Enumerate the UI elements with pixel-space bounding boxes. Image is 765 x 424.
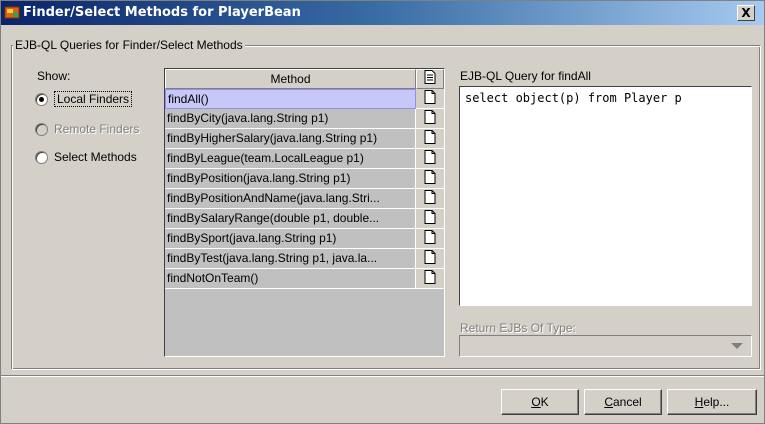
query-label: EJB-QL Query for findAll xyxy=(460,69,591,83)
query-cell[interactable] xyxy=(416,189,444,209)
group-title: EJB-QL Queries for Finder/Select Methods xyxy=(13,38,245,52)
table-row[interactable]: findBySport(java.lang.String p1) xyxy=(165,229,444,249)
query-cell[interactable] xyxy=(416,89,444,109)
radio-remote-finders: Remote Finders xyxy=(35,119,139,139)
table-row[interactable]: findAll() xyxy=(165,89,444,109)
radio-disabled-icon xyxy=(35,122,48,136)
return-type-label: Return EJBs Of Type: xyxy=(460,321,576,335)
query-cell[interactable] xyxy=(416,209,444,229)
table-row[interactable]: findNotOnTeam() xyxy=(165,269,444,289)
method-cell[interactable]: findByTest(java.lang.String p1, java.la.… xyxy=(165,249,416,269)
ok-label: K xyxy=(540,395,549,409)
method-cell[interactable]: findBySport(java.lang.String p1) xyxy=(165,229,416,249)
method-cell[interactable]: findByPosition(java.lang.String p1) xyxy=(165,169,416,189)
method-cell[interactable]: findByLeague(team.LocalLeague p1) xyxy=(165,149,416,169)
radio-unchecked-icon[interactable] xyxy=(35,150,48,164)
document-icon xyxy=(424,90,436,107)
method-cell[interactable]: findNotOnTeam() xyxy=(165,269,416,289)
document-lines-icon xyxy=(424,69,436,89)
help-label: elp... xyxy=(703,395,730,409)
query-cell[interactable] xyxy=(416,249,444,269)
close-icon: X xyxy=(741,6,751,20)
query-cell[interactable] xyxy=(416,269,444,289)
ok-button[interactable]: OK xyxy=(501,389,579,415)
method-cell[interactable]: findByPositionAndName(java.lang.Stri... xyxy=(165,189,416,209)
return-type-combobox xyxy=(459,335,752,357)
table-row[interactable]: findByHigherSalary(java.lang.String p1) xyxy=(165,129,444,149)
query-cell[interactable] xyxy=(416,129,444,149)
query-cell[interactable] xyxy=(416,149,444,169)
document-icon xyxy=(424,250,436,267)
table-row[interactable]: findByCity(java.lang.String p1) xyxy=(165,109,444,129)
query-cell[interactable] xyxy=(416,109,444,129)
title-bar[interactable]: Finder/Select Methods for PlayerBean X xyxy=(1,1,764,25)
document-icon xyxy=(424,170,436,187)
table-row[interactable]: findByTest(java.lang.String p1, java.la.… xyxy=(165,249,444,269)
radio-label-local-finders: Local Finders xyxy=(54,91,133,107)
radio-select-methods[interactable]: Select Methods xyxy=(35,147,137,167)
table-row[interactable]: findByLeague(team.LocalLeague p1) xyxy=(165,149,444,169)
document-icon xyxy=(424,110,436,127)
window-title: Finder/Select Methods for PlayerBean xyxy=(23,5,301,20)
document-icon xyxy=(424,230,436,247)
document-icon xyxy=(424,270,436,287)
cancel-label: ancel xyxy=(612,395,642,409)
query-cell[interactable] xyxy=(416,169,444,189)
methods-table: Method findAll() findByCity(java.lang.Str… xyxy=(164,68,445,357)
finder-select-dialog: Finder/Select Methods for PlayerBean X E… xyxy=(0,0,765,424)
column-header-query[interactable] xyxy=(416,69,444,89)
table-row[interactable]: findByPosition(java.lang.String p1) xyxy=(165,169,444,189)
method-cell[interactable]: findBySalaryRange(double p1, double... xyxy=(165,209,416,229)
query-cell[interactable] xyxy=(416,229,444,249)
table-body: findAll() findByCity(java.lang.String p1)… xyxy=(165,89,444,289)
document-icon xyxy=(424,150,436,167)
bean-app-icon xyxy=(4,4,22,22)
column-header-method[interactable]: Method xyxy=(165,69,416,89)
table-row[interactable]: findByPositionAndName(java.lang.Stri... xyxy=(165,189,444,209)
document-icon xyxy=(424,190,436,207)
cancel-button[interactable]: Cancel xyxy=(584,389,662,415)
divider xyxy=(1,375,764,377)
method-cell[interactable]: findAll() xyxy=(165,89,416,109)
help-button[interactable]: Help... xyxy=(667,389,757,415)
document-icon xyxy=(424,210,436,227)
method-cell[interactable]: findByCity(java.lang.String p1) xyxy=(165,109,416,129)
document-icon xyxy=(424,130,436,147)
chevron-down-icon xyxy=(731,343,743,349)
table-header: Method xyxy=(165,69,444,89)
radio-label-select-methods: Select Methods xyxy=(54,150,137,164)
radio-checked-icon[interactable] xyxy=(35,92,48,106)
close-button[interactable]: X xyxy=(737,5,755,21)
query-textarea[interactable]: select object(p) from Player p xyxy=(459,86,752,306)
method-cell[interactable]: findByHigherSalary(java.lang.String p1) xyxy=(165,129,416,149)
ok-mnemonic: O xyxy=(531,395,541,409)
cancel-mnemonic: C xyxy=(604,395,613,409)
show-label: Show: xyxy=(37,69,71,83)
radio-label-remote-finders: Remote Finders xyxy=(54,122,140,136)
table-row[interactable]: findBySalaryRange(double p1, double... xyxy=(165,209,444,229)
radio-local-finders[interactable]: Local Finders xyxy=(35,89,133,109)
